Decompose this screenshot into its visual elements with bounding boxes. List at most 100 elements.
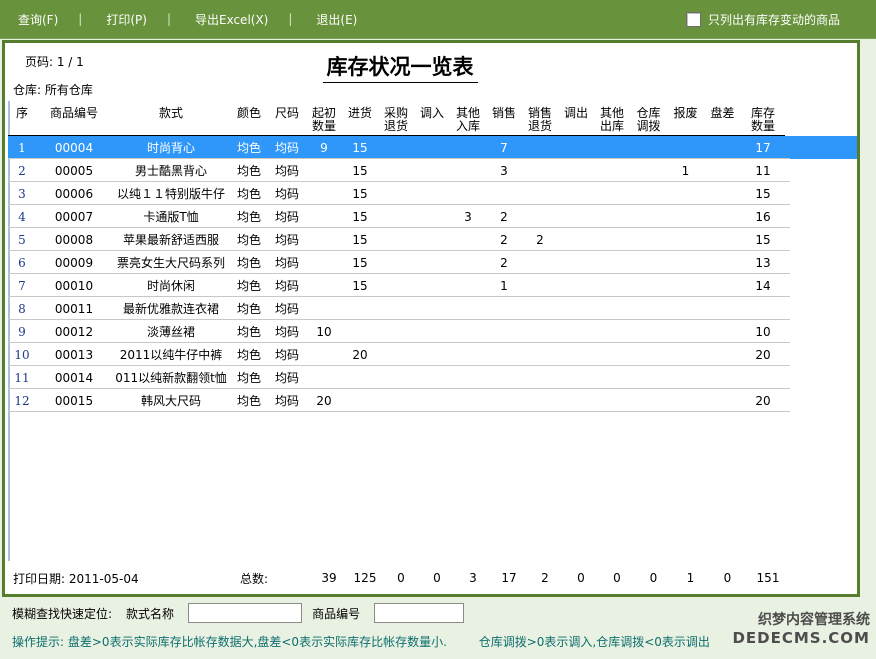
table-header-cell: 款式 xyxy=(112,101,230,136)
product-code-label: 商品编号 xyxy=(312,605,360,622)
table-row[interactable]: 600009票亮女生大尺码系列均色均码15213 xyxy=(8,251,857,274)
table-cell: 15 xyxy=(342,256,378,270)
hint-diaobo: 仓库调拨>0表示调入,仓库调拨<0表示调出 xyxy=(479,635,710,649)
totals-value: 3 xyxy=(455,571,491,585)
table-cell: 2 xyxy=(486,210,522,224)
table-cell: 2011以纯牛仔中裤 xyxy=(112,346,230,363)
table-body: 100004时尚背心均色均码915717200005男士酷黑背心均色均码1531… xyxy=(8,136,857,412)
table-cell: 均码 xyxy=(268,254,306,271)
filter-checkbox[interactable] xyxy=(686,12,701,27)
table-row[interactable]: 500008苹果最新舒适西服均色均码152215 xyxy=(8,228,857,251)
table-row[interactable]: 1100014011以纯新款翻领t恤均色均码 xyxy=(8,366,857,389)
table-cell: 20 xyxy=(342,348,378,362)
table-cell: 时尚休闲 xyxy=(112,277,230,294)
table-cell: 最新优雅款连衣裙 xyxy=(112,300,230,317)
menu-export-excel[interactable]: 导出Excel(X) xyxy=(195,11,268,28)
menu-print[interactable]: 打印(P) xyxy=(106,11,147,28)
table-header-cell: 其他 出库 xyxy=(594,101,630,136)
table-cell: 16 xyxy=(741,210,785,224)
totals-value: 39 xyxy=(311,571,347,585)
table-cell: 5 xyxy=(8,233,36,247)
table-row[interactable]: 900012淡薄丝裙均色均码1010 xyxy=(8,320,857,343)
table-cell: 15 xyxy=(342,164,378,178)
table-cell: 00007 xyxy=(36,210,112,224)
table-cell: 00010 xyxy=(36,279,112,293)
table-cell: 卡通版T恤 xyxy=(112,208,230,225)
watermark-en: DEDECMS.COM xyxy=(732,629,870,647)
table-cell: 00008 xyxy=(36,233,112,247)
table-header-cell: 尺码 xyxy=(268,101,306,136)
table-cell: 均色 xyxy=(230,277,268,294)
table-cell: 均色 xyxy=(230,300,268,317)
style-name-label: 款式名称 xyxy=(126,605,174,622)
table-cell: 011以纯新款翻领t恤 xyxy=(112,369,230,386)
table-cell: 均码 xyxy=(268,392,306,409)
table-cell: 均码 xyxy=(268,162,306,179)
table-cell: 00012 xyxy=(36,325,112,339)
hint-pancha: 盘差>0表示实际库存比帐存数据大,盘差<0表示实际库存比帐存数量小. xyxy=(68,635,447,649)
warehouse-info: 仓库: 所有仓库 xyxy=(13,81,93,98)
table-cell: 15 xyxy=(342,187,378,201)
table-cell: 均码 xyxy=(268,185,306,202)
filter-checkbox-label: 只列出有库存变动的商品 xyxy=(708,11,840,28)
style-name-input[interactable] xyxy=(188,603,302,623)
row-separator xyxy=(8,411,790,412)
product-code-input[interactable] xyxy=(374,603,464,623)
table-row[interactable]: 700010时尚休闲均色均码15114 xyxy=(8,274,857,297)
table-cell: 20 xyxy=(741,348,785,362)
totals-value: 125 xyxy=(347,571,383,585)
filter-checkbox-group: 只列出有库存变动的商品 xyxy=(686,0,840,38)
totals-value: 0 xyxy=(383,571,419,585)
table-row[interactable]: 400007卡通版T恤均色均码153216 xyxy=(8,205,857,228)
table-cell: 3 xyxy=(8,187,36,201)
table-row[interactable]: 800011最新优雅款连衣裙均色均码 xyxy=(8,297,857,320)
menu-query[interactable]: 查询(F) xyxy=(18,11,58,28)
table-row[interactable]: 200005男士酷黑背心均色均码153111 xyxy=(8,159,857,182)
report-panel: 页码: 1 / 1 仓库: 所有仓库 库存状况一览表 序商品编号款式颜色尺码起初… xyxy=(2,40,860,597)
table-cell: 6 xyxy=(8,256,36,270)
table-cell: 淡薄丝裙 xyxy=(112,323,230,340)
quick-search-label: 模糊查找快速定位: xyxy=(12,605,112,622)
table-cell: 均色 xyxy=(230,139,268,156)
table-cell: 均色 xyxy=(230,185,268,202)
table-cell: 15 xyxy=(342,141,378,155)
table-cell: 00004 xyxy=(36,141,112,155)
table-row[interactable]: 300006以纯１１特别版牛仔均色均码1515 xyxy=(8,182,857,205)
table-cell: 9 xyxy=(8,325,36,339)
table-cell: 00011 xyxy=(36,302,112,316)
totals-value: 0 xyxy=(709,571,746,585)
totals-value: 2 xyxy=(527,571,563,585)
menu-separator: | xyxy=(78,12,82,26)
watermark: 织梦内容管理系统 DEDECMS.COM xyxy=(732,611,870,647)
table-cell: 4 xyxy=(8,210,36,224)
table-cell: 00009 xyxy=(36,256,112,270)
table-cell: 7 xyxy=(486,141,522,155)
bottom-panel: 模糊查找快速定位: 款式名称 商品编号 操作提示: 盘差>0表示实际库存比帐存数… xyxy=(0,597,876,659)
table-header-cell: 调出 xyxy=(558,101,594,136)
quick-search-bar: 模糊查找快速定位: 款式名称 商品编号 xyxy=(12,603,474,623)
table-cell: 均码 xyxy=(268,231,306,248)
table-header-cell: 颜色 xyxy=(230,101,268,136)
menu-exit[interactable]: 退出(E) xyxy=(316,11,357,28)
table-cell: 均码 xyxy=(268,323,306,340)
table-cell: 15 xyxy=(342,233,378,247)
table-cell: 3 xyxy=(450,210,486,224)
table-header-cell: 销售 退货 xyxy=(522,101,558,136)
totals-value: 0 xyxy=(635,571,672,585)
totals-row: 打印日期: 2011-05-04总数:3912500317200010151 xyxy=(8,567,790,589)
table-cell: 均色 xyxy=(230,392,268,409)
table-cell: 均色 xyxy=(230,208,268,225)
table-header-cell: 起初 数量 xyxy=(306,101,342,136)
table-header-cell: 库存 数量 xyxy=(741,101,785,136)
table-header-cell: 报废 xyxy=(667,101,704,136)
table-cell: 均色 xyxy=(230,231,268,248)
table-cell: 1 xyxy=(667,164,704,178)
table-cell: 均码 xyxy=(268,369,306,386)
table-row[interactable]: 100004时尚背心均色均码915717 xyxy=(8,136,857,159)
table-cell: 均色 xyxy=(230,254,268,271)
table-cell: 17 xyxy=(741,141,785,155)
table-cell: 11 xyxy=(741,164,785,178)
table-row[interactable]: 10000132011以纯牛仔中裤均色均码2020 xyxy=(8,343,857,366)
table-cell: 2 xyxy=(8,164,36,178)
table-row[interactable]: 1200015韩风大尺码均色均码2020 xyxy=(8,389,857,412)
